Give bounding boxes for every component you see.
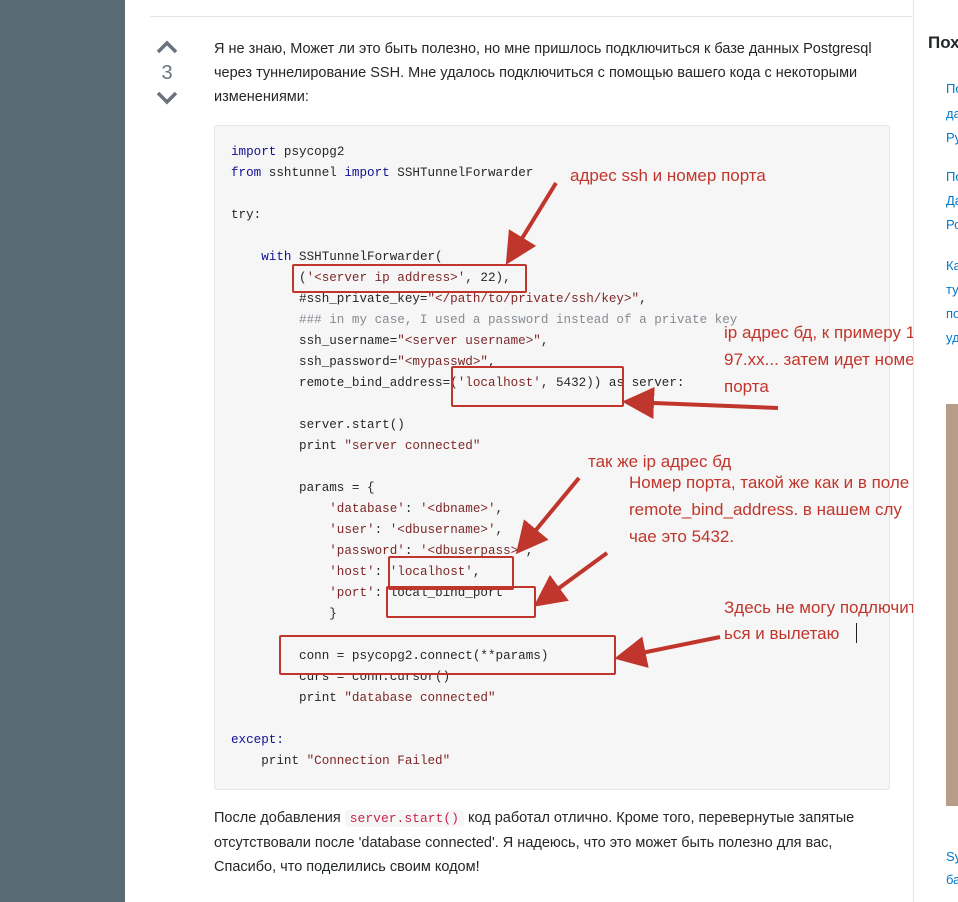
- annotation-box-port: [386, 586, 536, 618]
- left-sidebar-rail: [0, 0, 125, 902]
- code-line: server.start(): [231, 418, 405, 432]
- annotation-box-ssh-address: [292, 264, 527, 293]
- annotation-connect-line-2: ься и вылетаю: [724, 624, 840, 643]
- followup-prefix: После добавления: [214, 810, 345, 826]
- sidebar-ad-image[interactable]: [946, 404, 958, 806]
- vote-count: 3: [161, 62, 173, 84]
- code-line: }: [231, 607, 337, 621]
- sidebar-link[interactable]: По: [946, 166, 958, 188]
- downvote-icon[interactable]: [156, 91, 178, 105]
- annotation-connect-line-1: Здесь не могу подлючит: [724, 598, 917, 617]
- code-line: print "database connected": [231, 691, 496, 705]
- annotation-port-line-2: remote_bind_address. в нашем слу: [629, 500, 902, 519]
- vote-panel: 3: [150, 40, 184, 105]
- annotation-box-host: [388, 556, 514, 590]
- code-line: 'user': '<dbusername>',: [329, 523, 504, 537]
- annotation-ip-line-2: 97.xx... затем идет номер: [724, 350, 925, 369]
- text-caret: [856, 623, 857, 643]
- code-line: params = {: [231, 481, 375, 495]
- annotation-port-line-3: чае это 5432.: [629, 527, 735, 546]
- sidebar-link[interactable]: Ка: [946, 255, 958, 277]
- sidebar-link[interactable]: ба: [946, 869, 958, 891]
- annotation-box-remote-bind: [451, 366, 624, 407]
- annotation-box-connect: [279, 635, 616, 675]
- annotation-ip-line-1: ip адрес бд, к примеру 1: [724, 323, 916, 342]
- answer-intro-text: Я не знаю, Может ли это быть полезно, но…: [214, 41, 872, 105]
- code-line: 'database': '<dbname>',: [329, 502, 504, 516]
- top-divider: [150, 16, 912, 17]
- code-line: print "server connected": [231, 439, 481, 453]
- code-line: print "Connection Failed": [231, 754, 451, 768]
- code-line: ssh_username="<server username>",: [231, 334, 549, 348]
- sidebar-link[interactable]: да: [946, 103, 958, 125]
- inline-code: server.start(): [344, 810, 464, 827]
- sidebar-link[interactable]: По: [946, 78, 958, 100]
- code-comment: ### in my case, I used a password instea…: [231, 313, 738, 327]
- sidebar-link[interactable]: Ро: [946, 214, 958, 236]
- code-line: except:: [231, 733, 284, 747]
- sidebar-link[interactable]: Sy: [946, 846, 958, 868]
- sidebar-link[interactable]: Да: [946, 190, 958, 212]
- annotation-ssh-address: адрес ssh и номер порта: [570, 166, 766, 185]
- sidebar-link[interactable]: ту: [946, 279, 958, 301]
- upvote-icon[interactable]: [156, 40, 178, 54]
- annotation-port-line-1: Номер порта, такой же как и в поле: [629, 473, 910, 492]
- sidebar-link[interactable]: Ру: [946, 127, 958, 149]
- code-block: import psycopg2 from sshtunnel import SS…: [214, 125, 890, 790]
- sidebar-link[interactable]: по: [946, 303, 958, 325]
- code-line: try:: [231, 208, 262, 222]
- code-line: from sshtunnel import SSHTunnelForwarder: [231, 166, 534, 180]
- code-line: import psycopg2: [231, 145, 345, 159]
- sidebar-title: Пох: [928, 33, 958, 52]
- annotation-ip-line-3: порта: [724, 377, 769, 396]
- answer-followup-text: После добавления server.start() код рабо…: [214, 806, 894, 879]
- sidebar-link[interactable]: уд: [946, 327, 958, 349]
